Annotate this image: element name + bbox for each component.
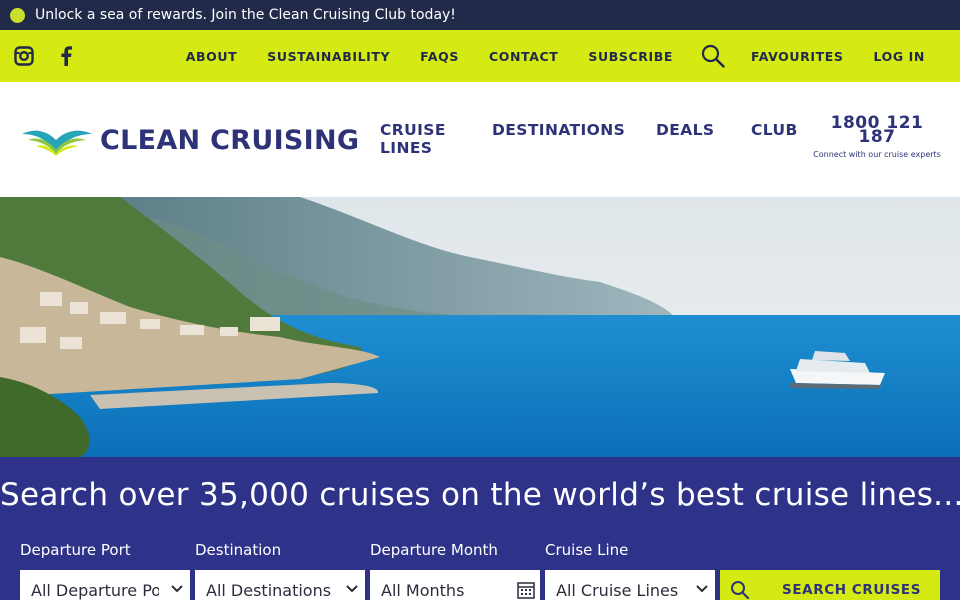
chevron-down-icon <box>346 585 358 593</box>
search-panel: Search over 35,000 cruises on the world’… <box>0 457 960 600</box>
nav-destinations[interactable]: DESTINATIONS <box>492 121 625 139</box>
login-link[interactable]: LOG IN <box>874 49 925 64</box>
cruise-line-select[interactable]: All Cruise Lines <box>545 570 715 600</box>
departure-month-value: All Months <box>381 580 465 600</box>
social-links <box>14 46 72 66</box>
search-cruises-button[interactable]: SEARCH CRUISES <box>720 570 940 600</box>
phone-number[interactable]: 1800 121 187 <box>812 115 942 146</box>
nav-deals[interactable]: DEALS <box>656 121 715 139</box>
facebook-icon[interactable] <box>60 46 72 66</box>
favourites-link[interactable]: FAVOURITES <box>751 49 844 64</box>
faqs-link[interactable]: FAQS <box>420 49 459 64</box>
about-link[interactable]: ABOUT <box>186 49 238 64</box>
departure-month-select[interactable]: All Months <box>370 570 540 600</box>
destination-value: All Destinations <box>206 580 332 600</box>
logo-wave-icon <box>22 130 92 156</box>
announcement-bar[interactable]: Unlock a sea of rewards. Join the Clean … <box>0 0 960 30</box>
departure-port-value: All Departure Ports <box>31 580 159 600</box>
hero-image <box>0 197 960 457</box>
calendar-icon <box>517 582 535 599</box>
sustainability-link[interactable]: SUSTAINABILITY <box>267 49 390 64</box>
phone-caption: Connect with our cruise experts <box>813 150 941 159</box>
logo[interactable]: CLEAN CRUISING <box>20 125 359 156</box>
logo-text: CLEAN CRUISING <box>100 125 360 156</box>
main-nav: CLEAN CRUISING CRUISE LINES DESTINATIONS… <box>0 82 960 197</box>
departure-month-label: Departure Month <box>370 541 498 559</box>
announcement-text[interactable]: Unlock a sea of rewards. Join the Clean … <box>35 7 456 23</box>
utility-nav: ABOUT SUSTAINABILITY FAQS CONTACT SUBSCR… <box>0 30 960 82</box>
phone-contact: 1800 121 187 Connect with our cruise exp… <box>812 115 942 160</box>
instagram-icon[interactable] <box>14 46 34 66</box>
search-icon <box>731 581 750 600</box>
utility-links: ABOUT SUSTAINABILITY FAQS CONTACT SUBSCR… <box>156 44 946 68</box>
departure-port-label: Departure Port <box>20 541 131 559</box>
destination-label: Destination <box>195 541 282 559</box>
search-cruises-label: SEARCH CRUISES <box>782 582 922 598</box>
contact-link[interactable]: CONTACT <box>489 49 558 64</box>
search-icon[interactable] <box>701 44 725 68</box>
cruise-line-label: Cruise Line <box>545 541 629 559</box>
nav-club[interactable]: CLUB <box>751 121 798 139</box>
search-title: Search over 35,000 cruises on the world’… <box>0 477 960 513</box>
destination-select[interactable]: All Destinations <box>195 570 365 600</box>
chevron-down-icon <box>171 585 183 593</box>
departure-port-select[interactable]: All Departure Ports <box>20 570 190 600</box>
announcement-dot-icon <box>10 7 25 23</box>
cruise-line-value: All Cruise Lines <box>556 580 679 600</box>
nav-cruise-lines[interactable]: CRUISE LINES <box>380 121 480 157</box>
subscribe-link[interactable]: SUBSCRIBE <box>588 49 673 64</box>
chevron-down-icon <box>696 585 708 593</box>
